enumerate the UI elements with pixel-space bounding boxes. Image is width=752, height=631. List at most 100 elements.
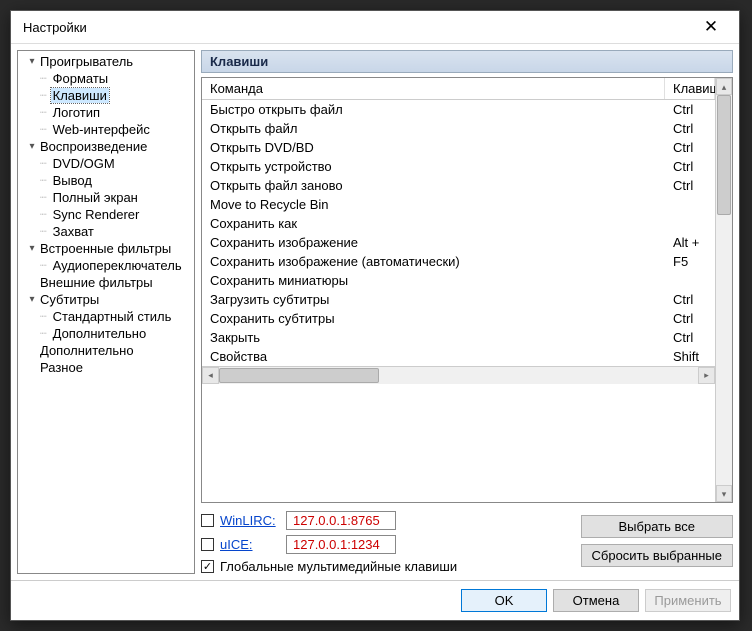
tree-label: Субтитры [38, 292, 101, 307]
table-body[interactable]: Быстро открыть файлCtrlОткрыть файлCtrlО… [202, 100, 715, 366]
tree-label: Sync Renderer [51, 207, 142, 222]
hscroll-thumb[interactable] [219, 368, 379, 383]
tree-node-sync-renderer[interactable]: Sync Renderer [18, 206, 194, 223]
table-row[interactable]: Сохранить изображение (автоматически)F5 [202, 252, 715, 271]
cell-key: Ctrl [665, 100, 715, 119]
titlebar: Настройки ✕ [11, 11, 739, 44]
cell-key: Ctrl [665, 157, 715, 176]
tree-node-воспроизведение[interactable]: ▾Воспроизведение [18, 138, 194, 155]
col-key[interactable]: Клавиши [665, 78, 715, 99]
cell-key: Alt + [665, 233, 715, 252]
tree-node-вывод[interactable]: Вывод [18, 172, 194, 189]
select-all-button[interactable]: Выбрать все [581, 515, 733, 538]
table-row[interactable]: Сохранить миниатюры [202, 271, 715, 290]
global-row: ✓ Глобальные мультимедийные клавиши [201, 559, 573, 574]
scroll-left-icon[interactable]: ◂ [202, 367, 219, 384]
winlirc-row: WinLIRC: 127.0.0.1:8765 [201, 511, 573, 530]
table-row[interactable]: Move to Recycle Bin [202, 195, 715, 214]
cell-command: Сохранить изображение (автоматически) [202, 252, 665, 271]
table-row[interactable]: Открыть DVD/BDCtrl [202, 138, 715, 157]
expand-icon[interactable]: ▾ [26, 56, 38, 67]
tree-node-захват[interactable]: Захват [18, 223, 194, 240]
tree-node-дополнительно[interactable]: Дополнительно [18, 325, 194, 342]
uice-checkbox[interactable] [201, 538, 214, 551]
uice-link[interactable]: uICE: [220, 537, 280, 552]
tree-node-аудиопереключатель[interactable]: Аудиопереключатель [18, 257, 194, 274]
col-command[interactable]: Команда [202, 78, 665, 99]
tree-label: Проигрыватель [38, 54, 135, 69]
scroll-down-icon[interactable]: ▾ [716, 485, 732, 502]
uice-input[interactable]: 127.0.0.1:1234 [286, 535, 396, 554]
cell-key: Ctrl [665, 290, 715, 309]
table-row[interactable]: Открыть файл зановоCtrl [202, 176, 715, 195]
table-row[interactable]: Быстро открыть файлCtrl [202, 100, 715, 119]
table-row[interactable]: Загрузить субтитрыCtrl [202, 290, 715, 309]
table-inner: Команда Клавиши Быстро открыть файлCtrlО… [202, 78, 715, 502]
tree-label: Клавиши [51, 88, 109, 103]
reset-selected-button[interactable]: Сбросить выбранные [581, 544, 733, 567]
winlirc-checkbox[interactable] [201, 514, 214, 527]
table-row[interactable]: СвойстваShift [202, 347, 715, 366]
tree-label: Стандартный стиль [51, 309, 174, 324]
tree-label: Форматы [51, 71, 111, 86]
cell-key [665, 271, 715, 290]
cell-key: Ctrl [665, 138, 715, 157]
bottom-controls: WinLIRC: 127.0.0.1:8765 uICE: 127.0.0.1:… [201, 511, 733, 574]
tree-node-встроенные-фильтры[interactable]: ▾Встроенные фильтры [18, 240, 194, 257]
dialog-footer: OK Отмена Применить [11, 580, 739, 620]
tree-node-дополнительно[interactable]: Дополнительно [18, 342, 194, 359]
tree-node-разное[interactable]: Разное [18, 359, 194, 376]
expand-icon[interactable]: ▾ [26, 294, 38, 305]
tree-label: Встроенные фильтры [38, 241, 173, 256]
table-row[interactable]: ЗакрытьCtrl [202, 328, 715, 347]
horizontal-scrollbar[interactable]: ◂ ▸ [202, 367, 715, 384]
tree-node-полный-экран[interactable]: Полный экран [18, 189, 194, 206]
global-multimedia-checkbox[interactable]: ✓ [201, 560, 214, 573]
cell-command: Сохранить миниатюры [202, 271, 665, 290]
uice-row: uICE: 127.0.0.1:1234 [201, 535, 573, 554]
scroll-right-icon[interactable]: ▸ [698, 367, 715, 384]
cell-command: Открыть файл заново [202, 176, 665, 195]
cell-command: Открыть устройство [202, 157, 665, 176]
apply-button: Применить [645, 589, 731, 612]
table-row[interactable]: Сохранить субтитрыCtrl [202, 309, 715, 328]
tree-label: Логотип [51, 105, 102, 120]
winlirc-input[interactable]: 127.0.0.1:8765 [286, 511, 396, 530]
tree-node-клавиши[interactable]: Клавиши [18, 87, 194, 104]
tree-label: Дополнительно [38, 343, 136, 358]
tree-label: Захват [51, 224, 96, 239]
tree-label: Web-интерфейс [51, 122, 152, 137]
table-row[interactable]: Открыть файлCtrl [202, 119, 715, 138]
tree-label: DVD/OGM [51, 156, 117, 171]
tree-node-проигрыватель[interactable]: ▾Проигрыватель [18, 53, 194, 70]
ok-button[interactable]: OK [461, 589, 547, 612]
tree-node-внешние-фильтры[interactable]: Внешние фильтры [18, 274, 194, 291]
cell-command: Быстро открыть файл [202, 100, 665, 119]
expand-icon[interactable]: ▾ [26, 243, 38, 254]
table-row[interactable]: Сохранить как [202, 214, 715, 233]
tree-node-форматы[interactable]: Форматы [18, 70, 194, 87]
right-panel: Клавиши Команда Клавиши Быстро открыть ф… [201, 50, 733, 574]
tree-node-субтитры[interactable]: ▾Субтитры [18, 291, 194, 308]
table-row[interactable]: Открыть устройствоCtrl [202, 157, 715, 176]
tree-node-логотип[interactable]: Логотип [18, 104, 194, 121]
tree-label: Воспроизведение [38, 139, 149, 154]
tree-node-dvd-ogm[interactable]: DVD/OGM [18, 155, 194, 172]
cell-command: Открыть файл [202, 119, 665, 138]
tree-label: Полный экран [51, 190, 140, 205]
scroll-up-icon[interactable]: ▴ [716, 78, 732, 95]
cell-key: Ctrl [665, 119, 715, 138]
tree-label: Аудиопереключатель [51, 258, 184, 273]
cell-key: Shift [665, 347, 715, 366]
cell-key [665, 214, 715, 233]
tree-node-web-интерфейс[interactable]: Web-интерфейс [18, 121, 194, 138]
cancel-button[interactable]: Отмена [553, 589, 639, 612]
close-icon[interactable]: ✕ [691, 17, 731, 37]
winlirc-link[interactable]: WinLIRC: [220, 513, 280, 528]
expand-icon[interactable]: ▾ [26, 141, 38, 152]
vscroll-thumb[interactable] [717, 95, 731, 215]
tree-node-стандартный-стиль[interactable]: Стандартный стиль [18, 308, 194, 325]
category-tree[interactable]: ▾ПроигрывательФорматыКлавишиЛоготипWeb-и… [17, 50, 195, 574]
table-row[interactable]: Сохранить изображениеAlt + [202, 233, 715, 252]
vertical-scrollbar[interactable]: ▴ ▾ [715, 78, 732, 502]
